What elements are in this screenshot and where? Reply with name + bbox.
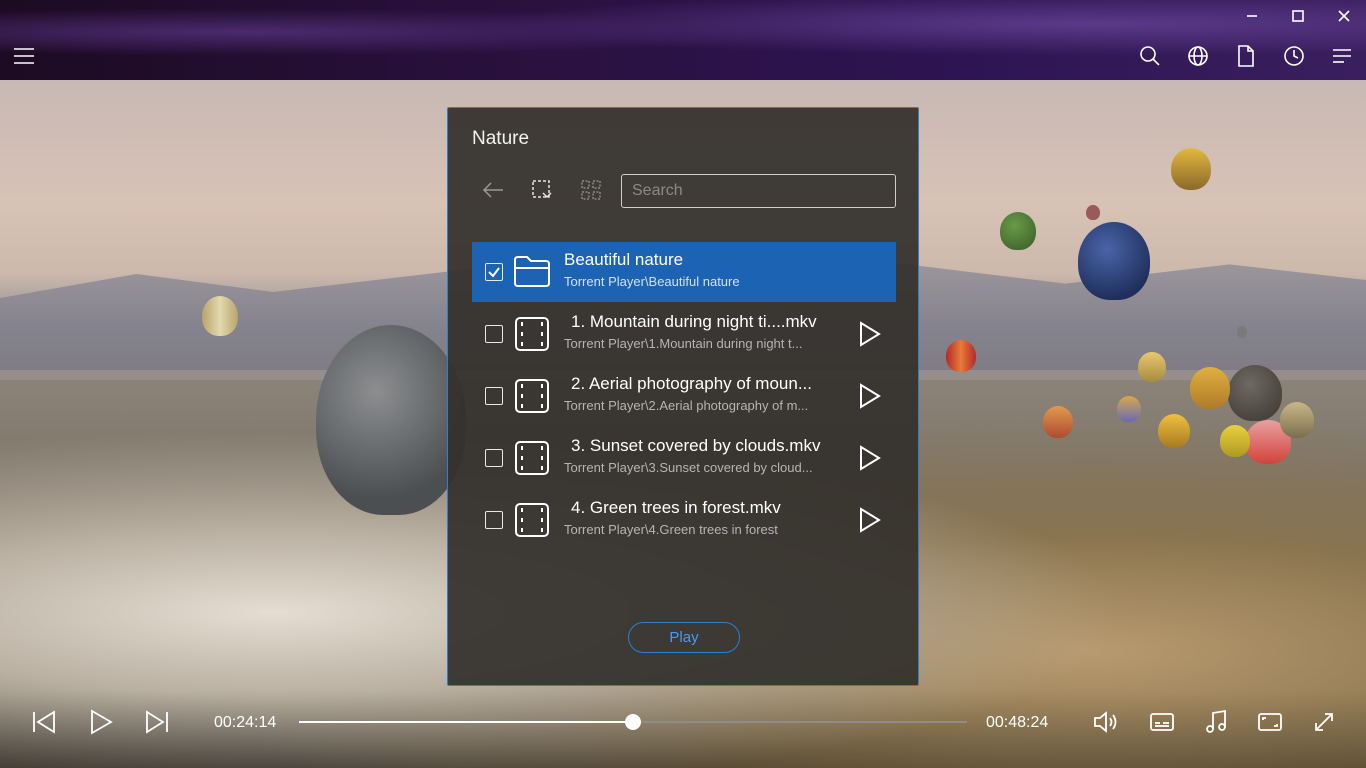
checkbox[interactable] xyxy=(485,511,503,529)
list-item[interactable]: 1. Mountain during night ti....mkv Torre… xyxy=(472,304,896,364)
balloon xyxy=(1000,212,1036,250)
play-icon[interactable] xyxy=(855,382,883,410)
balloon xyxy=(1138,352,1166,382)
balloon xyxy=(1043,406,1073,438)
balloon xyxy=(1220,425,1250,457)
video-file-icon xyxy=(513,316,551,352)
balloon xyxy=(1158,414,1190,448)
balloon xyxy=(1078,222,1150,300)
subtitles-icon[interactable] xyxy=(1148,708,1176,736)
playlist-icon[interactable] xyxy=(1328,42,1356,70)
seek-thumb[interactable] xyxy=(625,714,641,730)
list-item[interactable]: Beautiful nature Torrent Player\Beautifu… xyxy=(472,242,896,302)
item-path: Torrent Player\3.Sunset covered by cloud… xyxy=(564,460,813,475)
previous-icon[interactable] xyxy=(30,708,58,736)
list-item[interactable]: 4. Green trees in forest.mkv Torrent Pla… xyxy=(472,490,896,550)
balloon xyxy=(1190,367,1230,409)
item-title: 2. Aerial photography of moun... xyxy=(571,374,812,393)
music-note-icon[interactable] xyxy=(1202,708,1230,736)
play-icon[interactable] xyxy=(855,506,883,534)
fullscreen-icon[interactable] xyxy=(1310,708,1338,736)
folder-icon xyxy=(513,254,551,290)
checkbox[interactable] xyxy=(485,387,503,405)
checkbox[interactable] xyxy=(485,263,503,281)
file-list: Beautiful nature Torrent Player\Beautifu… xyxy=(472,242,896,552)
balloon xyxy=(946,340,976,372)
clock-icon[interactable] xyxy=(1280,42,1308,70)
list-item[interactable]: 2. Aerial photography of moun... Torrent… xyxy=(472,366,896,426)
aspect-ratio-icon[interactable] xyxy=(1256,708,1284,736)
item-title: 3. Sunset covered by clouds.mkv xyxy=(571,436,821,455)
list-item[interactable]: 3. Sunset covered by clouds.mkv Torrent … xyxy=(472,428,896,488)
minimize-icon[interactable] xyxy=(1240,5,1264,27)
balloon xyxy=(1237,326,1247,338)
seek-progress xyxy=(299,721,633,723)
search-input[interactable] xyxy=(621,174,896,208)
video-file-icon xyxy=(513,502,551,538)
total-time: 00:48:24 xyxy=(986,714,1049,731)
balloon xyxy=(202,296,238,336)
play-icon[interactable] xyxy=(86,708,116,736)
search-icon[interactable] xyxy=(1136,42,1164,70)
balloon xyxy=(1086,205,1100,220)
item-path: Torrent Player\Beautiful nature xyxy=(564,274,740,289)
checkbox[interactable] xyxy=(485,325,503,343)
globe-icon[interactable] xyxy=(1184,42,1212,70)
file-icon[interactable] xyxy=(1232,42,1260,70)
balloon xyxy=(1171,148,1211,190)
balloon xyxy=(1117,396,1141,422)
hamburger-icon[interactable] xyxy=(10,44,38,68)
checkbox[interactable] xyxy=(485,449,503,467)
balloon xyxy=(316,325,466,515)
play-icon[interactable] xyxy=(855,444,883,472)
close-icon[interactable] xyxy=(1332,5,1356,27)
item-path: Torrent Player\1.Mountain during night t… xyxy=(564,336,803,351)
playback-controls: 00:24:14 00:48:24 xyxy=(0,690,1366,768)
item-path: Torrent Player\2.Aerial photography of m… xyxy=(564,398,809,413)
select-invert-icon[interactable] xyxy=(528,176,556,204)
seek-bar[interactable] xyxy=(299,714,967,730)
item-title: 4. Green trees in forest.mkv xyxy=(571,498,781,517)
play-icon[interactable] xyxy=(855,320,883,348)
next-icon[interactable] xyxy=(143,708,171,736)
maximize-icon[interactable] xyxy=(1286,5,1310,27)
item-title: 1. Mountain during night ti....mkv xyxy=(571,312,817,331)
video-file-icon xyxy=(513,440,551,476)
balloon xyxy=(1280,402,1314,438)
item-path: Torrent Player\4.Green trees in forest xyxy=(564,522,778,537)
playlist-dialog: Nature Beautiful nature Torrent Player\B… xyxy=(447,107,919,686)
item-title: Beautiful nature xyxy=(564,250,684,269)
play-button[interactable]: Play xyxy=(628,622,740,653)
balloon xyxy=(1228,365,1282,421)
back-arrow-icon[interactable] xyxy=(479,176,507,204)
current-time: 00:24:14 xyxy=(214,714,277,731)
select-all-icon[interactable] xyxy=(577,176,605,204)
dialog-title: Nature xyxy=(472,128,530,149)
title-bar xyxy=(0,0,1366,80)
video-file-icon xyxy=(513,378,551,414)
volume-icon[interactable] xyxy=(1092,708,1120,736)
